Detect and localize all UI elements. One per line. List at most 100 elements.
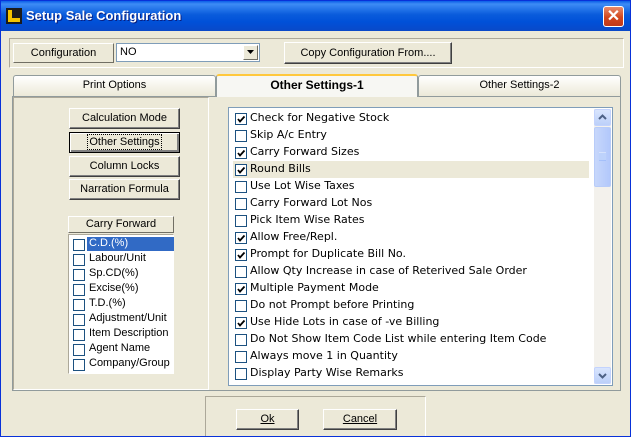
option-row[interactable]: Check for Negative Stock xyxy=(233,110,589,127)
check-icon xyxy=(237,319,246,327)
narration-formula-label: Narration Formula xyxy=(80,183,169,195)
cancel-button[interactable]: Cancel xyxy=(323,409,397,430)
option-checkbox[interactable] xyxy=(235,215,247,227)
option-label: Multiple Payment Mode xyxy=(250,281,379,294)
option-checkbox[interactable] xyxy=(235,164,247,176)
option-row[interactable]: Do Not Show Item Code List while enterin… xyxy=(233,331,589,348)
check-icon xyxy=(237,251,246,259)
other-settings-label: Other Settings xyxy=(87,134,162,150)
carry-forward-item-label: Item Description xyxy=(89,327,169,339)
option-row[interactable]: Allow Qty Increase in case of Reterived … xyxy=(233,263,589,280)
option-checkbox[interactable] xyxy=(235,300,247,312)
configuration-combobox[interactable]: NO xyxy=(116,43,260,62)
option-label: Pick Item Wise Rates xyxy=(250,213,365,226)
check-icon xyxy=(237,115,246,123)
option-label: Carry Forward Sizes xyxy=(250,145,360,158)
tab-other-settings-2[interactable]: Other Settings-2 xyxy=(418,75,621,96)
carry-forward-item-label: Agent Name xyxy=(89,342,151,354)
list-item[interactable]: C.D.(%) xyxy=(72,237,174,252)
carry-forward-checkbox[interactable] xyxy=(73,329,85,341)
option-row[interactable]: Allow Free/Repl. xyxy=(233,229,589,246)
option-checkbox[interactable] xyxy=(235,283,247,295)
narration-formula-button[interactable]: Narration Formula xyxy=(69,179,180,200)
option-checkbox[interactable] xyxy=(235,198,247,210)
tab-print-options[interactable]: Print Options xyxy=(13,75,216,96)
option-checkbox[interactable] xyxy=(235,266,247,278)
column-locks-label: Column Locks xyxy=(89,160,160,172)
option-checkbox[interactable] xyxy=(235,181,247,193)
carry-forward-list[interactable]: C.D.(%) Labour/Unit Sp.CD(%) Excise(%) T… xyxy=(68,234,174,374)
copy-configuration-button[interactable]: Copy Configuration From.... xyxy=(284,42,452,64)
carry-forward-checkbox[interactable] xyxy=(73,344,85,356)
column-locks-button[interactable]: Column Locks xyxy=(69,156,180,177)
ok-label: Ok xyxy=(260,413,275,425)
option-label: Display Party Wise Remarks xyxy=(250,366,404,379)
setup-sale-configuration-window: Setup Sale Configuration ✕ Configuration… xyxy=(0,0,631,437)
option-checkbox[interactable] xyxy=(235,147,247,159)
check-icon xyxy=(237,234,246,242)
scroll-up-button[interactable] xyxy=(594,109,611,126)
option-row[interactable]: Carry Forward Sizes xyxy=(233,144,589,161)
option-row[interactable]: Skip A/c Entry xyxy=(233,127,589,144)
calculation-mode-label: Calculation Mode xyxy=(82,112,167,124)
title-bar[interactable]: Setup Sale Configuration ✕ xyxy=(1,1,630,31)
option-row[interactable]: Multiple Payment Mode xyxy=(233,280,589,297)
calculation-mode-button[interactable]: Calculation Mode xyxy=(69,108,180,129)
carry-forward-title: Carry Forward xyxy=(85,218,157,230)
other-settings-button[interactable]: Other Settings xyxy=(69,132,180,153)
chevron-down-icon xyxy=(247,50,254,54)
chevron-down-icon xyxy=(598,373,607,379)
carry-forward-checkbox[interactable] xyxy=(73,299,85,311)
carry-forward-item-label: Labour/Unit xyxy=(89,252,146,264)
option-row[interactable]: Do not Prompt before Printing xyxy=(233,297,589,314)
option-label: Check for Negative Stock xyxy=(250,111,390,124)
option-label: Skip A/c Entry xyxy=(250,128,327,141)
option-row[interactable]: Use Hide Lots in case of -ve Billing xyxy=(233,314,589,331)
option-label: Allow Free/Repl. xyxy=(250,230,338,243)
options-checklist[interactable]: Check for Negative Stock Skip A/c Entry Ca… xyxy=(228,107,613,386)
option-label: Do Not Show Item Code List while enterin… xyxy=(250,332,547,345)
carry-forward-checkbox[interactable] xyxy=(73,359,85,371)
tab-other-settings-1[interactable]: Other Settings-1 xyxy=(216,74,418,97)
option-row[interactable]: Use Lot Wise Taxes xyxy=(233,178,589,195)
check-icon xyxy=(237,149,246,157)
option-checkbox[interactable] xyxy=(235,113,247,125)
carry-forward-checkbox[interactable] xyxy=(73,314,85,326)
option-row[interactable]: Round Bills xyxy=(233,161,589,178)
ok-button[interactable]: Ok xyxy=(236,409,299,430)
scroll-thumb[interactable] xyxy=(594,127,611,187)
scroll-down-button[interactable] xyxy=(594,367,611,384)
carry-forward-item-label: Company/Group xyxy=(89,357,170,369)
carry-forward-checkbox[interactable] xyxy=(73,254,85,266)
carry-forward-header: Carry Forward xyxy=(68,216,174,233)
option-checkbox[interactable] xyxy=(235,317,247,329)
grip-icon xyxy=(599,152,606,161)
option-label: Allow Qty Increase in case of Reterived … xyxy=(250,264,527,277)
option-row[interactable]: Pick Item Wise Rates xyxy=(233,212,589,229)
option-checkbox[interactable] xyxy=(235,351,247,363)
option-checkbox[interactable] xyxy=(235,130,247,142)
close-button[interactable]: ✕ xyxy=(603,6,624,27)
carry-forward-item-label: T.D.(%) xyxy=(89,297,126,309)
combobox-dropdown-button[interactable] xyxy=(243,45,258,60)
option-checkbox[interactable] xyxy=(235,368,247,380)
option-checkbox[interactable] xyxy=(235,334,247,346)
option-label: Round Bills xyxy=(250,162,311,175)
option-row[interactable]: Prompt for Duplicate Bill No. xyxy=(233,246,589,263)
check-icon xyxy=(237,285,246,293)
option-row[interactable]: Carry Forward Lot Nos xyxy=(233,195,589,212)
carry-forward-checkbox[interactable] xyxy=(73,269,85,281)
carry-forward-checkbox[interactable] xyxy=(73,239,85,251)
window-title: Setup Sale Configuration xyxy=(26,8,182,23)
tab-other-settings-1-label: Other Settings-1 xyxy=(270,78,364,92)
option-row[interactable]: Always move 1 in Quantity xyxy=(233,348,589,365)
option-row[interactable]: Display Party Wise Remarks xyxy=(233,365,589,382)
carry-forward-checkbox[interactable] xyxy=(73,284,85,296)
option-label: Use Lot Wise Taxes xyxy=(250,179,355,192)
option-label: Do not Prompt before Printing xyxy=(250,298,415,311)
configuration-value: NO xyxy=(120,46,137,58)
option-checkbox[interactable] xyxy=(235,249,247,261)
carry-forward-item-label: Excise(%) xyxy=(89,282,139,294)
options-scrollbar[interactable] xyxy=(594,109,611,384)
option-checkbox[interactable] xyxy=(235,232,247,244)
